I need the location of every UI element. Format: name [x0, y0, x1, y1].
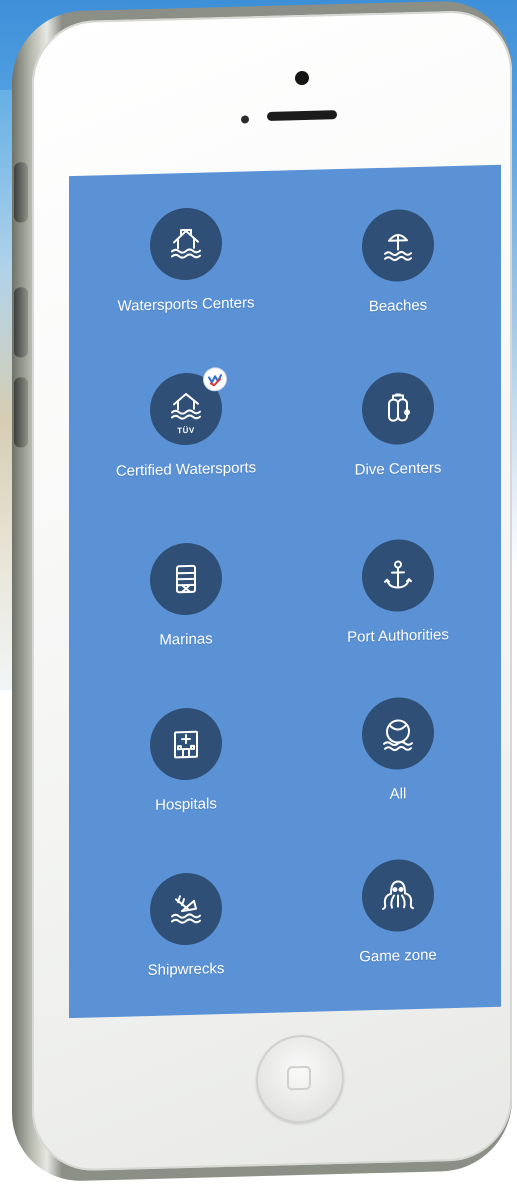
app-screen: Watersports Centers Beaches TÜV Certifie… — [69, 164, 501, 1019]
mute-switch — [14, 162, 28, 223]
menu-item-label: Marinas — [159, 630, 213, 649]
menu-item-marinas[interactable]: Marinas — [86, 540, 286, 650]
shipwreck-icon — [150, 872, 222, 946]
menu-item-label: Beaches — [368, 296, 428, 316]
menu-item-label: Watersports Centers — [117, 294, 255, 315]
menu-item-hospitals[interactable]: Hospitals — [86, 705, 286, 815]
beach-umbrella-icon — [362, 208, 434, 283]
volume-down-button — [14, 377, 28, 448]
watersports-center-icon — [150, 207, 222, 281]
menu-grid: Watersports Centers Beaches TÜV Certifie… — [69, 165, 501, 1018]
menu-item-dive-centers[interactable]: Dive Centers — [298, 370, 498, 480]
earpiece-speaker — [267, 110, 337, 121]
menu-item-port-authorities[interactable]: Port Authorities — [298, 537, 498, 647]
menu-item-beaches[interactable]: Beaches — [298, 207, 498, 317]
hospital-icon — [150, 707, 222, 781]
menu-item-certified-watersports[interactable]: TÜV Certified Watersports — [86, 368, 286, 480]
dive-tank-icon — [362, 371, 434, 446]
menu-item-all[interactable]: All — [298, 695, 498, 805]
home-square-icon — [287, 1065, 311, 1091]
menu-item-game-zone[interactable]: Game zone — [298, 857, 498, 967]
octopus-icon — [362, 858, 434, 933]
menu-item-label: Port Authorities — [347, 626, 449, 646]
anchor-icon — [362, 538, 434, 613]
certified-badge-icon — [204, 368, 226, 391]
menu-item-label: Certified Watersports — [115, 459, 257, 480]
menu-item-shipwrecks[interactable]: Shipwrecks — [86, 870, 286, 980]
phone-device: Watersports Centers Beaches TÜV Certifie… — [12, 0, 517, 1188]
menu-item-label: Dive Centers — [354, 459, 442, 479]
menu-item-label: Game zone — [359, 946, 437, 966]
certified-watersports-icon: TÜV — [150, 368, 226, 446]
tuv-mark-text: TÜV — [177, 425, 195, 436]
menu-item-label: Shipwrecks — [147, 960, 225, 980]
volume-up-button — [14, 287, 28, 358]
marina-icon — [150, 542, 222, 616]
menu-item-label: All — [389, 785, 407, 803]
menu-item-watersports-centers[interactable]: Watersports Centers — [86, 205, 286, 315]
globe-waves-icon — [362, 696, 434, 771]
menu-item-label: Hospitals — [155, 795, 217, 814]
